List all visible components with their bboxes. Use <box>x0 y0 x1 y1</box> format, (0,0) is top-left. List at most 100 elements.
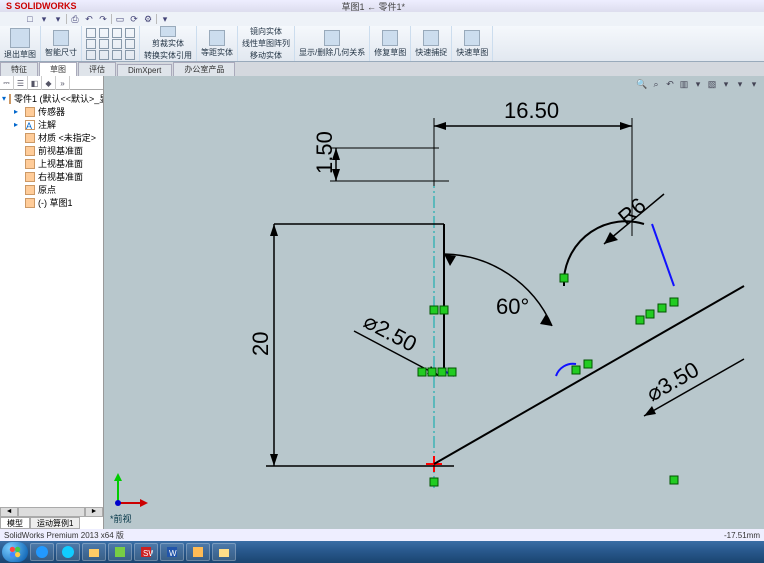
dim-60-deg: 60° <box>496 294 529 319</box>
tree-item-top-plane[interactable]: 上视基准面 <box>0 157 103 170</box>
tree-tab-property-icon[interactable]: ☰ <box>14 76 28 90</box>
snap-label: 快速捕捉 <box>415 47 447 58</box>
constraint-markers <box>418 274 678 486</box>
repair-label: 修复草图 <box>374 47 406 58</box>
mirror-button[interactable]: 镜向实体 线性草图阵列 移动实体 <box>238 26 295 61</box>
tree-tab-config-icon[interactable]: ◧ <box>28 76 42 90</box>
task-word-icon[interactable]: W <box>160 543 184 561</box>
windows-taskbar: SW W <box>0 541 764 563</box>
coord-readout: -17.51mm <box>724 531 760 540</box>
snap-button[interactable]: 快速捕捉 <box>411 26 452 61</box>
task-solidworks-icon[interactable]: SW <box>134 543 158 561</box>
tab-model[interactable]: 模型 <box>0 517 30 529</box>
tree-item-right-plane[interactable]: 右视基准面 <box>0 170 103 183</box>
app-logo: S SOLIDWORKS <box>6 1 77 11</box>
task-qq-icon[interactable] <box>56 543 80 561</box>
quick-access-toolbar: □ ▾ ▾ ⎙ ↶ ↷ ▭ ⟳ ⚙ ▾ <box>0 12 764 26</box>
task-folder-icon[interactable] <box>82 543 106 561</box>
qat-new-icon[interactable]: □ <box>24 13 36 25</box>
dim-1-50: 1.50 <box>312 131 337 174</box>
exit-sketch-label: 退出草图 <box>4 49 36 60</box>
repair-button[interactable]: 修复草图 <box>370 26 411 61</box>
rapid-sketch-label: 快速草图 <box>456 47 488 58</box>
feature-tree-panel: ⎓ ☰ ◧ ◆ » ▾零件1 (默认<<默认>_显示状态 ▸传感器 ▸A注解 材… <box>0 76 104 529</box>
task-browser-icon[interactable] <box>30 543 54 561</box>
task-explorer-icon[interactable] <box>212 543 236 561</box>
convert-label: 转换实体引用 <box>144 50 192 61</box>
main-area: ⎓ ☰ ◧ ◆ » ▾零件1 (默认<<默认>_显示状态 ▸传感器 ▸A注解 材… <box>0 76 764 529</box>
tab-evaluate[interactable]: 评估 <box>78 62 116 76</box>
mirror-label: 镜向实体 <box>250 26 282 37</box>
repair-icon <box>382 30 398 46</box>
rapid-sketch-icon <box>464 30 480 46</box>
tree-body: ▾零件1 (默认<<默认>_显示状态 ▸传感器 ▸A注解 材质 <未指定> 前视… <box>0 90 103 507</box>
exit-sketch-button[interactable]: 退出草图 <box>0 26 41 61</box>
tree-item-sensors[interactable]: ▸传感器 <box>0 105 103 118</box>
qat-view-icon[interactable]: ▾ <box>159 13 171 25</box>
task-ppt-icon[interactable] <box>108 543 132 561</box>
offset-button[interactable]: 等距实体 <box>197 26 238 61</box>
rapid-sketch-button[interactable]: 快速草图 <box>452 26 493 61</box>
command-tabs: 特征 草图 评估 DimXpert 办公室产品 <box>0 62 764 76</box>
tree-root-label: 零件1 (默认<<默认>_显示状态 <box>14 92 103 105</box>
start-button[interactable] <box>2 542 28 562</box>
qat-select-icon[interactable]: ▭ <box>114 13 126 25</box>
tab-dimxpert[interactable]: DimXpert <box>117 64 172 76</box>
qat-open-icon[interactable]: ▾ <box>38 13 50 25</box>
separator <box>66 14 67 24</box>
tree-tab-display-icon[interactable]: » <box>56 76 70 90</box>
svg-text:SW: SW <box>143 549 153 558</box>
trim-button[interactable]: 剪裁实体 转换实体引用 <box>140 26 197 61</box>
ribbon: 退出草图 智能尺寸 剪裁实体 转换实体引用 等距实体 镜向实体 线性草图阵列 移… <box>0 26 764 62</box>
tab-office[interactable]: 办公室产品 <box>173 62 235 76</box>
qat-options-icon[interactable]: ⚙ <box>142 13 154 25</box>
separator <box>111 14 112 24</box>
smart-dimension-button[interactable]: 智能尺寸 <box>41 26 82 61</box>
pattern-label: 线性草图阵列 <box>242 38 290 49</box>
sketch-entities-group[interactable] <box>82 26 140 61</box>
qat-redo-icon[interactable]: ↷ <box>97 13 109 25</box>
orientation-triad <box>110 471 150 511</box>
task-notes-icon[interactable] <box>186 543 210 561</box>
tab-motion[interactable]: 运动算例1 <box>30 517 80 529</box>
tree-tabs: ⎓ ☰ ◧ ◆ » <box>0 76 103 90</box>
relations-icon <box>324 30 340 46</box>
view-label: *前视 <box>110 512 132 525</box>
dim-r6: R6 <box>613 193 651 230</box>
tab-sketch[interactable]: 草图 <box>39 62 77 76</box>
qat-print-icon[interactable]: ⎙ <box>69 13 81 25</box>
offset-label: 等距实体 <box>201 47 233 58</box>
graphics-viewport[interactable]: 🔍 ⌕ ↶ ▥ ▾ ▧ ▾ ▾ ▾ 16.50 <box>104 76 764 529</box>
tree-item-origin[interactable]: 原点 <box>0 183 103 196</box>
smart-dimension-label: 智能尺寸 <box>45 47 77 58</box>
qat-undo-icon[interactable]: ↶ <box>83 13 95 25</box>
tree-root[interactable]: ▾零件1 (默认<<默认>_显示状态 <box>0 92 103 105</box>
dim-16-50: 16.50 <box>504 98 559 123</box>
separator <box>156 14 157 24</box>
trim-icon <box>160 26 176 37</box>
tree-bottom-tabs: 模型 运动算例1 <box>0 517 103 529</box>
title-bar: S SOLIDWORKS 草图1 ← 零件1* <box>0 0 764 12</box>
snap-icon <box>423 30 439 46</box>
dim-20: 20 <box>248 332 273 356</box>
sketch-drawing: 16.50 1.50 20 60° <box>104 76 764 531</box>
document-title: 草图1 ← 零件1* <box>342 0 406 13</box>
qat-rebuild-icon[interactable]: ⟳ <box>128 13 140 25</box>
tree-hscroll[interactable]: ◄► <box>0 507 103 517</box>
relations-label: 显示/删除几何关系 <box>299 47 365 58</box>
exit-sketch-icon <box>10 28 30 48</box>
trim-label: 剪裁实体 <box>152 38 184 49</box>
tree-tab-feature-icon[interactable]: ⎓ <box>0 76 14 90</box>
offset-icon <box>209 30 225 46</box>
relations-button[interactable]: 显示/删除几何关系 <box>295 26 370 61</box>
tree-item-front-plane[interactable]: 前视基准面 <box>0 144 103 157</box>
tab-features[interactable]: 特征 <box>0 62 38 76</box>
tree-item-material[interactable]: 材质 <未指定> <box>0 131 103 144</box>
tree-item-annotations[interactable]: ▸A注解 <box>0 118 103 131</box>
tree-tab-dim-icon[interactable]: ◆ <box>42 76 56 90</box>
smart-dimension-icon <box>53 30 69 46</box>
svg-text:W: W <box>169 549 177 558</box>
tree-item-sketch1[interactable]: (-) 草图1 <box>0 196 103 209</box>
product-label: SolidWorks Premium 2013 x64 版 <box>4 530 124 541</box>
qat-save-icon[interactable]: ▾ <box>52 13 64 25</box>
